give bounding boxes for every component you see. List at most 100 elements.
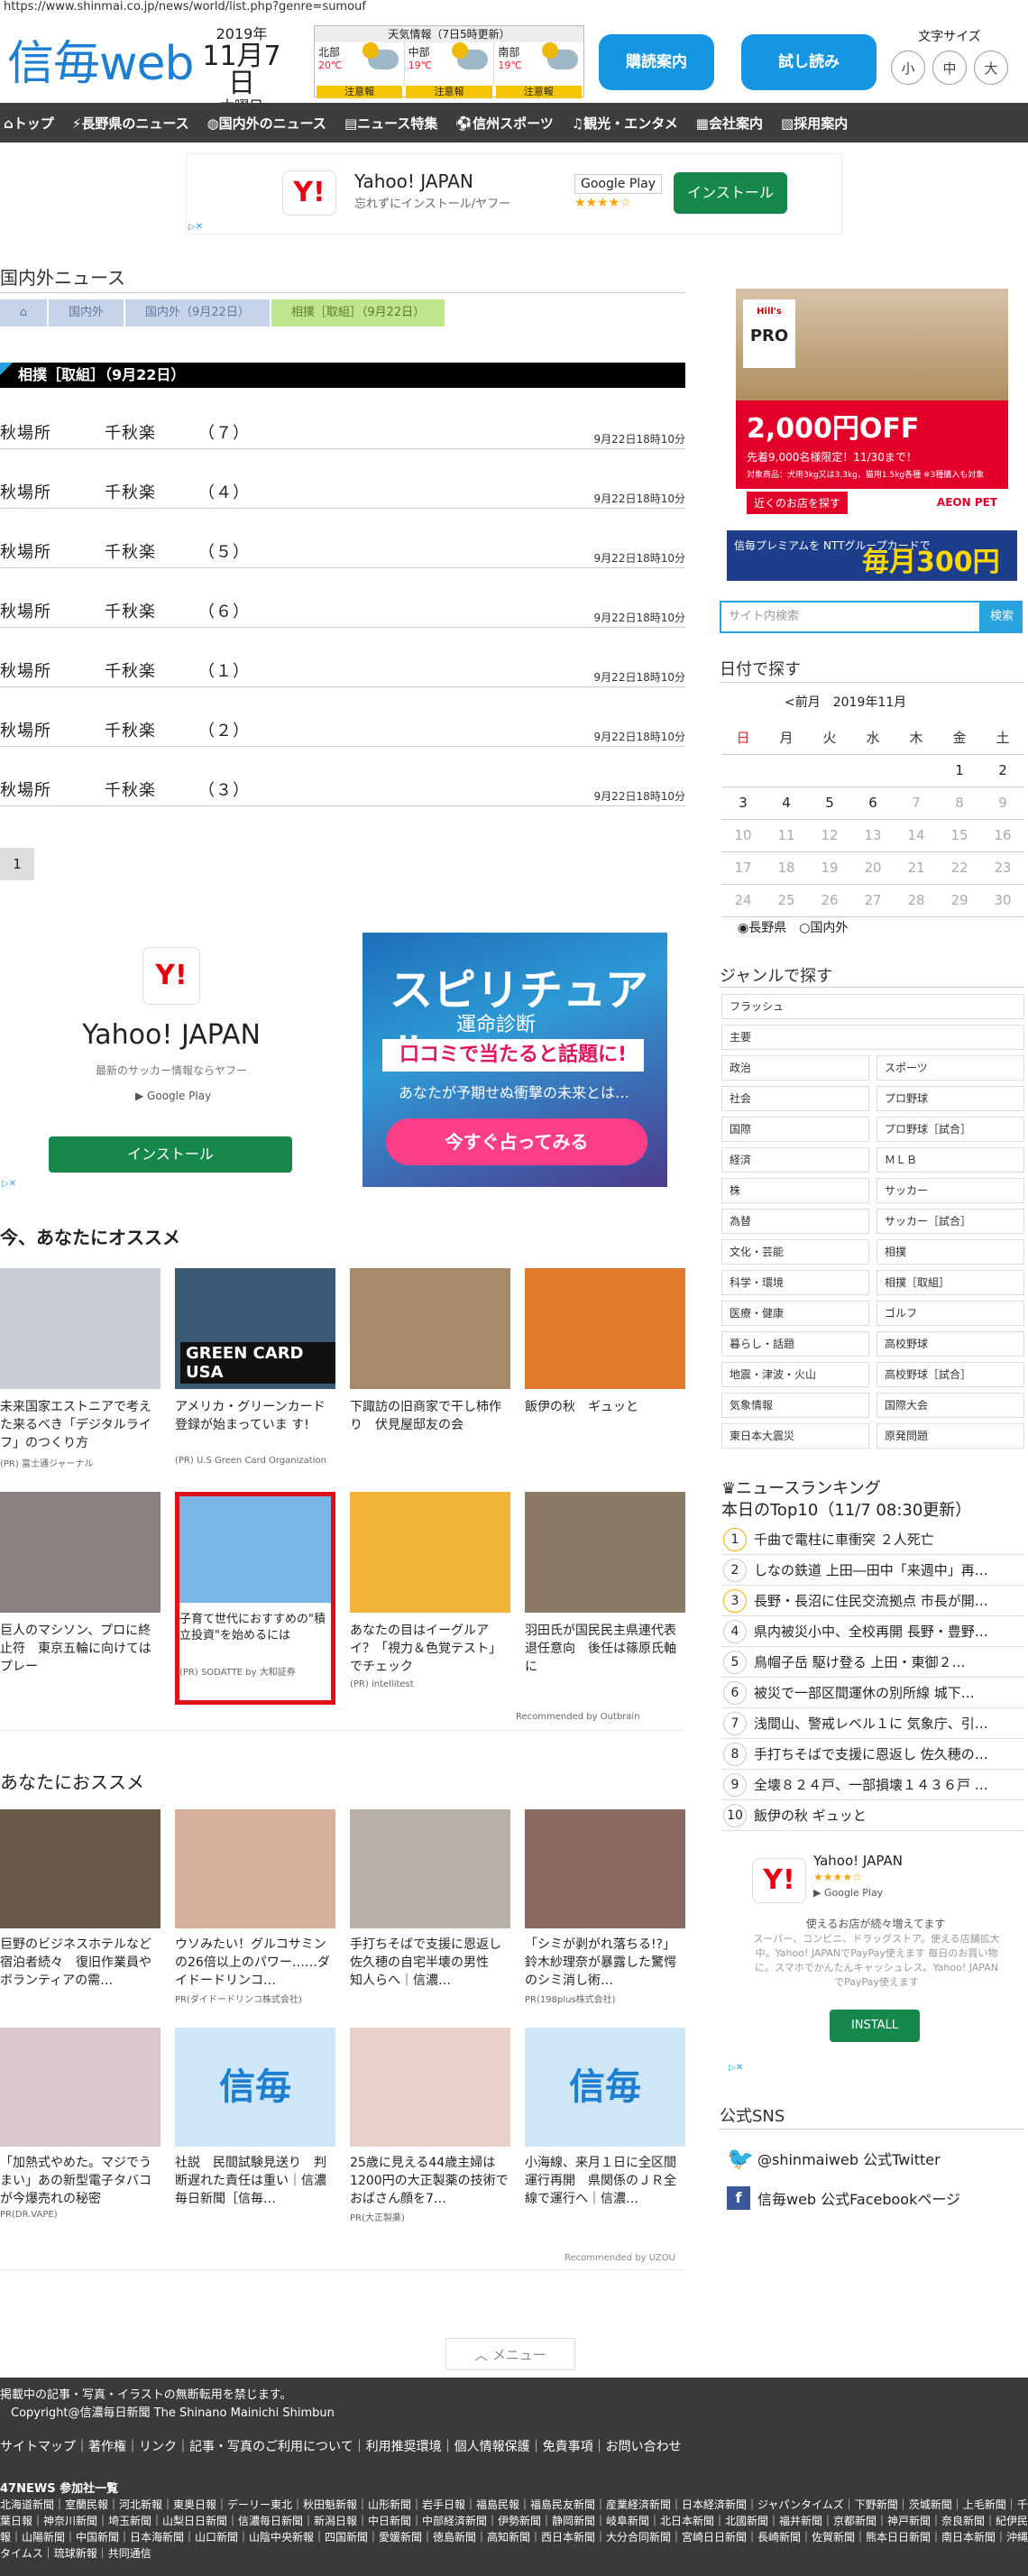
genre-item[interactable]: 株	[721, 1178, 869, 1203]
outbrain-credit[interactable]: Recommended by Outbrain	[516, 1712, 640, 1722]
prev-month-link[interactable]: <前月	[785, 695, 821, 710]
ranking-item[interactable]: 9 全壊８２４戸、一部損壊１４３６戸 …	[721, 1770, 1024, 1800]
genre-item[interactable]: 相撲［取組］	[877, 1270, 1024, 1295]
reco-card[interactable]: あなたの目はイーグルアイ？「視力＆色覚テスト」でチェック (PR) intelli…	[350, 1492, 510, 1689]
genre-item[interactable]: 気象情報	[721, 1393, 869, 1418]
search-button[interactable]: 検索	[981, 601, 1023, 633]
you-card[interactable]: 「シミが剥がれ落ちる!?」鈴木紗理奈が暴露した驚愕のシミ消し術… PR(198pl…	[525, 1809, 685, 2005]
reco-card[interactable]: 子育て世代におすすめの"積立投資"を始めるには (PR) SODATTE by 大…	[175, 1492, 335, 1705]
genre-item[interactable]: 政治	[721, 1055, 869, 1081]
calendar-day[interactable]: 4	[765, 787, 808, 820]
nav-entame[interactable]: ♫観光・エンタメ	[572, 114, 678, 133]
ranking-item[interactable]: 2 しなの鉄道 上田―田中「来週中」再…	[721, 1555, 1024, 1586]
font-size-large-button[interactable]: 大	[974, 51, 1008, 85]
reco-card[interactable]: 未来国家エストニアで考えた来るべき「デジタルライフ」のつくり方 (PR) 富士通ジ…	[0, 1268, 161, 1469]
nav-special[interactable]: ▤ニュース特集	[344, 114, 437, 133]
reco-card[interactable]: 下諏訪の旧商家で干し柿作り 伏見屋邸友の会	[350, 1268, 510, 1456]
nav-nagano[interactable]: ⚡長野県のニュース	[72, 114, 189, 133]
font-size-small-button[interactable]: 小	[891, 51, 925, 85]
menu-button[interactable]: ︿ メニュー	[445, 2338, 575, 2370]
breadcrumb-home[interactable]: ⌂	[0, 299, 47, 327]
news-row[interactable]: 秋場所 千秋楽 （７） 9月22日18時10分	[0, 409, 685, 449]
genre-item[interactable]: 高校野球	[877, 1331, 1024, 1357]
twitter-link[interactable]: 🐦 @shinmaiweb 公式Twitter	[727, 2147, 941, 2170]
ad-banner-top[interactable]: Y! Yahoo! JAPAN 忘れずにインストール/ヤフー Google Pl…	[186, 153, 842, 235]
you-card[interactable]: 25歳に見える44歳主婦は1200円の大正製薬の技術でおばさん顔を7… PR(大正…	[350, 2028, 510, 2223]
find-store-button[interactable]: 近くのお店を探す	[747, 491, 849, 514]
you-card[interactable]: 信毎 小海線、来月１日に全区間運行再開 県関係のＪＲ全線で運行へ｜信濃…	[525, 2028, 685, 2210]
adchoices-icon[interactable]: ▷✕	[188, 222, 203, 232]
genre-item[interactable]: 高校野球［試合］	[877, 1362, 1024, 1387]
genre-item[interactable]: 医療・健康	[721, 1301, 869, 1326]
radio-world[interactable]: ○国内外	[799, 921, 848, 935]
nav-company[interactable]: ▦会社案内	[696, 114, 763, 133]
ranking-item[interactable]: 3 長野・長沼に住民交流拠点 市長が開…	[721, 1586, 1024, 1616]
genre-item[interactable]: フラッシュ	[721, 994, 1024, 1019]
reco-card[interactable]: 巨人のマシソン、プロに終止符 東京五輪に向けてはプレー	[0, 1492, 161, 1679]
ranking-item[interactable]: 1 千曲で電柱に車衝突 ２人死亡	[721, 1524, 1024, 1555]
genre-item[interactable]: ゴルフ	[877, 1301, 1024, 1326]
install-button[interactable]: インストール	[49, 1136, 292, 1173]
genre-item[interactable]: 原発問題	[877, 1423, 1024, 1449]
nav-world[interactable]: ◍国内外のニュース	[207, 114, 326, 133]
ranking-item[interactable]: 4 県内被災小中、全校再開 長野・豊野…	[721, 1616, 1024, 1647]
fortune-cta-button[interactable]: 今すぐ占ってみる	[386, 1118, 647, 1165]
genre-item[interactable]: 国際	[721, 1117, 869, 1142]
pagination-page-1[interactable]: 1	[0, 848, 34, 880]
install-button[interactable]: インストール	[674, 172, 787, 214]
ad-hills[interactable]: Hill's PRO 2,000円OFF 先着9,000名様限定！11/30まで！…	[736, 289, 1008, 516]
breadcrumb-world[interactable]: 国内外	[49, 299, 124, 327]
genre-item[interactable]: 為替	[721, 1209, 869, 1234]
genre-item[interactable]: スポーツ	[877, 1055, 1024, 1081]
genre-item[interactable]: 国際大会	[877, 1393, 1024, 1418]
partner-list[interactable]: 北海道新聞｜室蘭民報｜河北新報｜東奥日報｜デーリー東北｜秋田魁新報｜山形新聞｜岩…	[0, 2497, 1028, 2562]
genre-item[interactable]: 経済	[721, 1147, 869, 1173]
you-card[interactable]: 巨野のビジネスホテルなど宿泊者続々 復旧作業員やボランティアの需…	[0, 1809, 161, 1992]
breadcrumb-world-date[interactable]: 国内外（9月22日）	[125, 299, 270, 327]
nav-sports[interactable]: ⚽信州スポーツ	[455, 114, 553, 133]
ranking-item[interactable]: 8 手打ちそばで支援に恩返し 佐久穂の…	[721, 1739, 1024, 1770]
nav-recruit[interactable]: ▧採用案内	[781, 114, 848, 133]
news-row[interactable]: 秋場所 千秋楽 （２） 9月22日18時10分	[0, 707, 685, 747]
news-row[interactable]: 秋場所 千秋楽 （４） 9月22日18時10分	[0, 469, 685, 509]
genre-item[interactable]: 科学・環境	[721, 1270, 869, 1295]
genre-item[interactable]: 暮らし・話題	[721, 1331, 869, 1357]
install-button[interactable]: INSTALL	[830, 2010, 920, 2042]
genre-item[interactable]: サッカー［試合］	[877, 1209, 1024, 1234]
genre-item[interactable]: プロ野球［試合］	[877, 1117, 1024, 1142]
reco-card[interactable]: 羽田氏が国民民主県連代表退任意向 後任は篠原氏軸に	[525, 1492, 685, 1679]
ad-spiritual[interactable]: スピリチュアル 運命診断 口コミで当たると話題に! あなたが予期せぬ衝撃の未来と…	[363, 933, 667, 1187]
trial-button[interactable]: 試し読み	[741, 34, 877, 90]
genre-item[interactable]: ＭＬＢ	[877, 1147, 1024, 1173]
you-card[interactable]: 「加熱式やめた。マジでうまい」あの新型電子タバコが今爆売れの秘密 PR(DR.VA…	[0, 2028, 161, 2220]
genre-item[interactable]: 東日本大震災	[721, 1423, 869, 1449]
ranking-item[interactable]: 7 浅間山、警戒レベル１に 気象庁、引…	[721, 1708, 1024, 1739]
reco-card[interactable]: 飯伊の秋 ギュッと	[525, 1268, 685, 1456]
genre-item[interactable]: サッカー	[877, 1178, 1024, 1203]
genre-item[interactable]: 社会	[721, 1086, 869, 1111]
font-size-medium-button[interactable]: 中	[932, 51, 967, 85]
you-card[interactable]: 手打ちそばで支援に恩返し 佐久穂の自宅半壊の男性 知人らへ｜信濃…	[350, 1809, 510, 1992]
ad-yahoo-mid[interactable]: Y! Yahoo! JAPAN 最新のサッカー情報ならヤフー ▶ Google …	[0, 929, 343, 1191]
uzou-credit[interactable]: Recommended by UZOU	[564, 2253, 675, 2263]
news-row[interactable]: 秋場所 千秋楽 （５） 9月22日18時10分	[0, 529, 685, 568]
adchoices-icon[interactable]: ▷✕	[2, 1179, 16, 1189]
you-card[interactable]: 信毎 社説 民間試験見送り 判断遅れた責任は重い｜信濃毎日新聞［信毎…	[175, 2028, 335, 2210]
genre-item[interactable]: 地震・津波・火山	[721, 1362, 869, 1387]
ad-premium[interactable]: 信毎プレミアムを NTTグループカードで 毎月300円	[727, 530, 1017, 581]
ranking-item[interactable]: 10 飯伊の秋 ギュッと	[721, 1800, 1024, 1831]
calendar-day[interactable]: 5	[808, 787, 851, 820]
news-row[interactable]: 秋場所 千秋楽 （１） 9月22日18時10分	[0, 648, 685, 687]
footer-links[interactable]: サイトマップ｜著作権｜リンク｜記事・写真のご利用について｜利用推奨環境｜個人情報…	[0, 2437, 682, 2455]
adchoices-icon[interactable]: ▷✕	[729, 2063, 743, 2073]
genre-item[interactable]: 主要	[721, 1025, 1024, 1050]
facebook-link[interactable]: f 信毎web 公式Facebookページ	[727, 2186, 960, 2210]
genre-item[interactable]: 相撲	[877, 1239, 1024, 1265]
nav-top[interactable]: ⌂トップ	[4, 114, 54, 133]
you-card[interactable]: ウソみたい！グルコサミンの26倍以上のパワー……ダイドードリンコ… PR(ダイドー…	[175, 1809, 335, 2005]
calendar-day[interactable]: 3	[721, 787, 765, 820]
genre-item[interactable]: プロ野球	[877, 1086, 1024, 1111]
calendar-day[interactable]: 1	[938, 754, 981, 787]
ranking-item[interactable]: 5 鳥帽子岳 駆け登る 上田・東御２…	[721, 1647, 1024, 1678]
site-logo[interactable]: 信毎web	[7, 25, 195, 93]
